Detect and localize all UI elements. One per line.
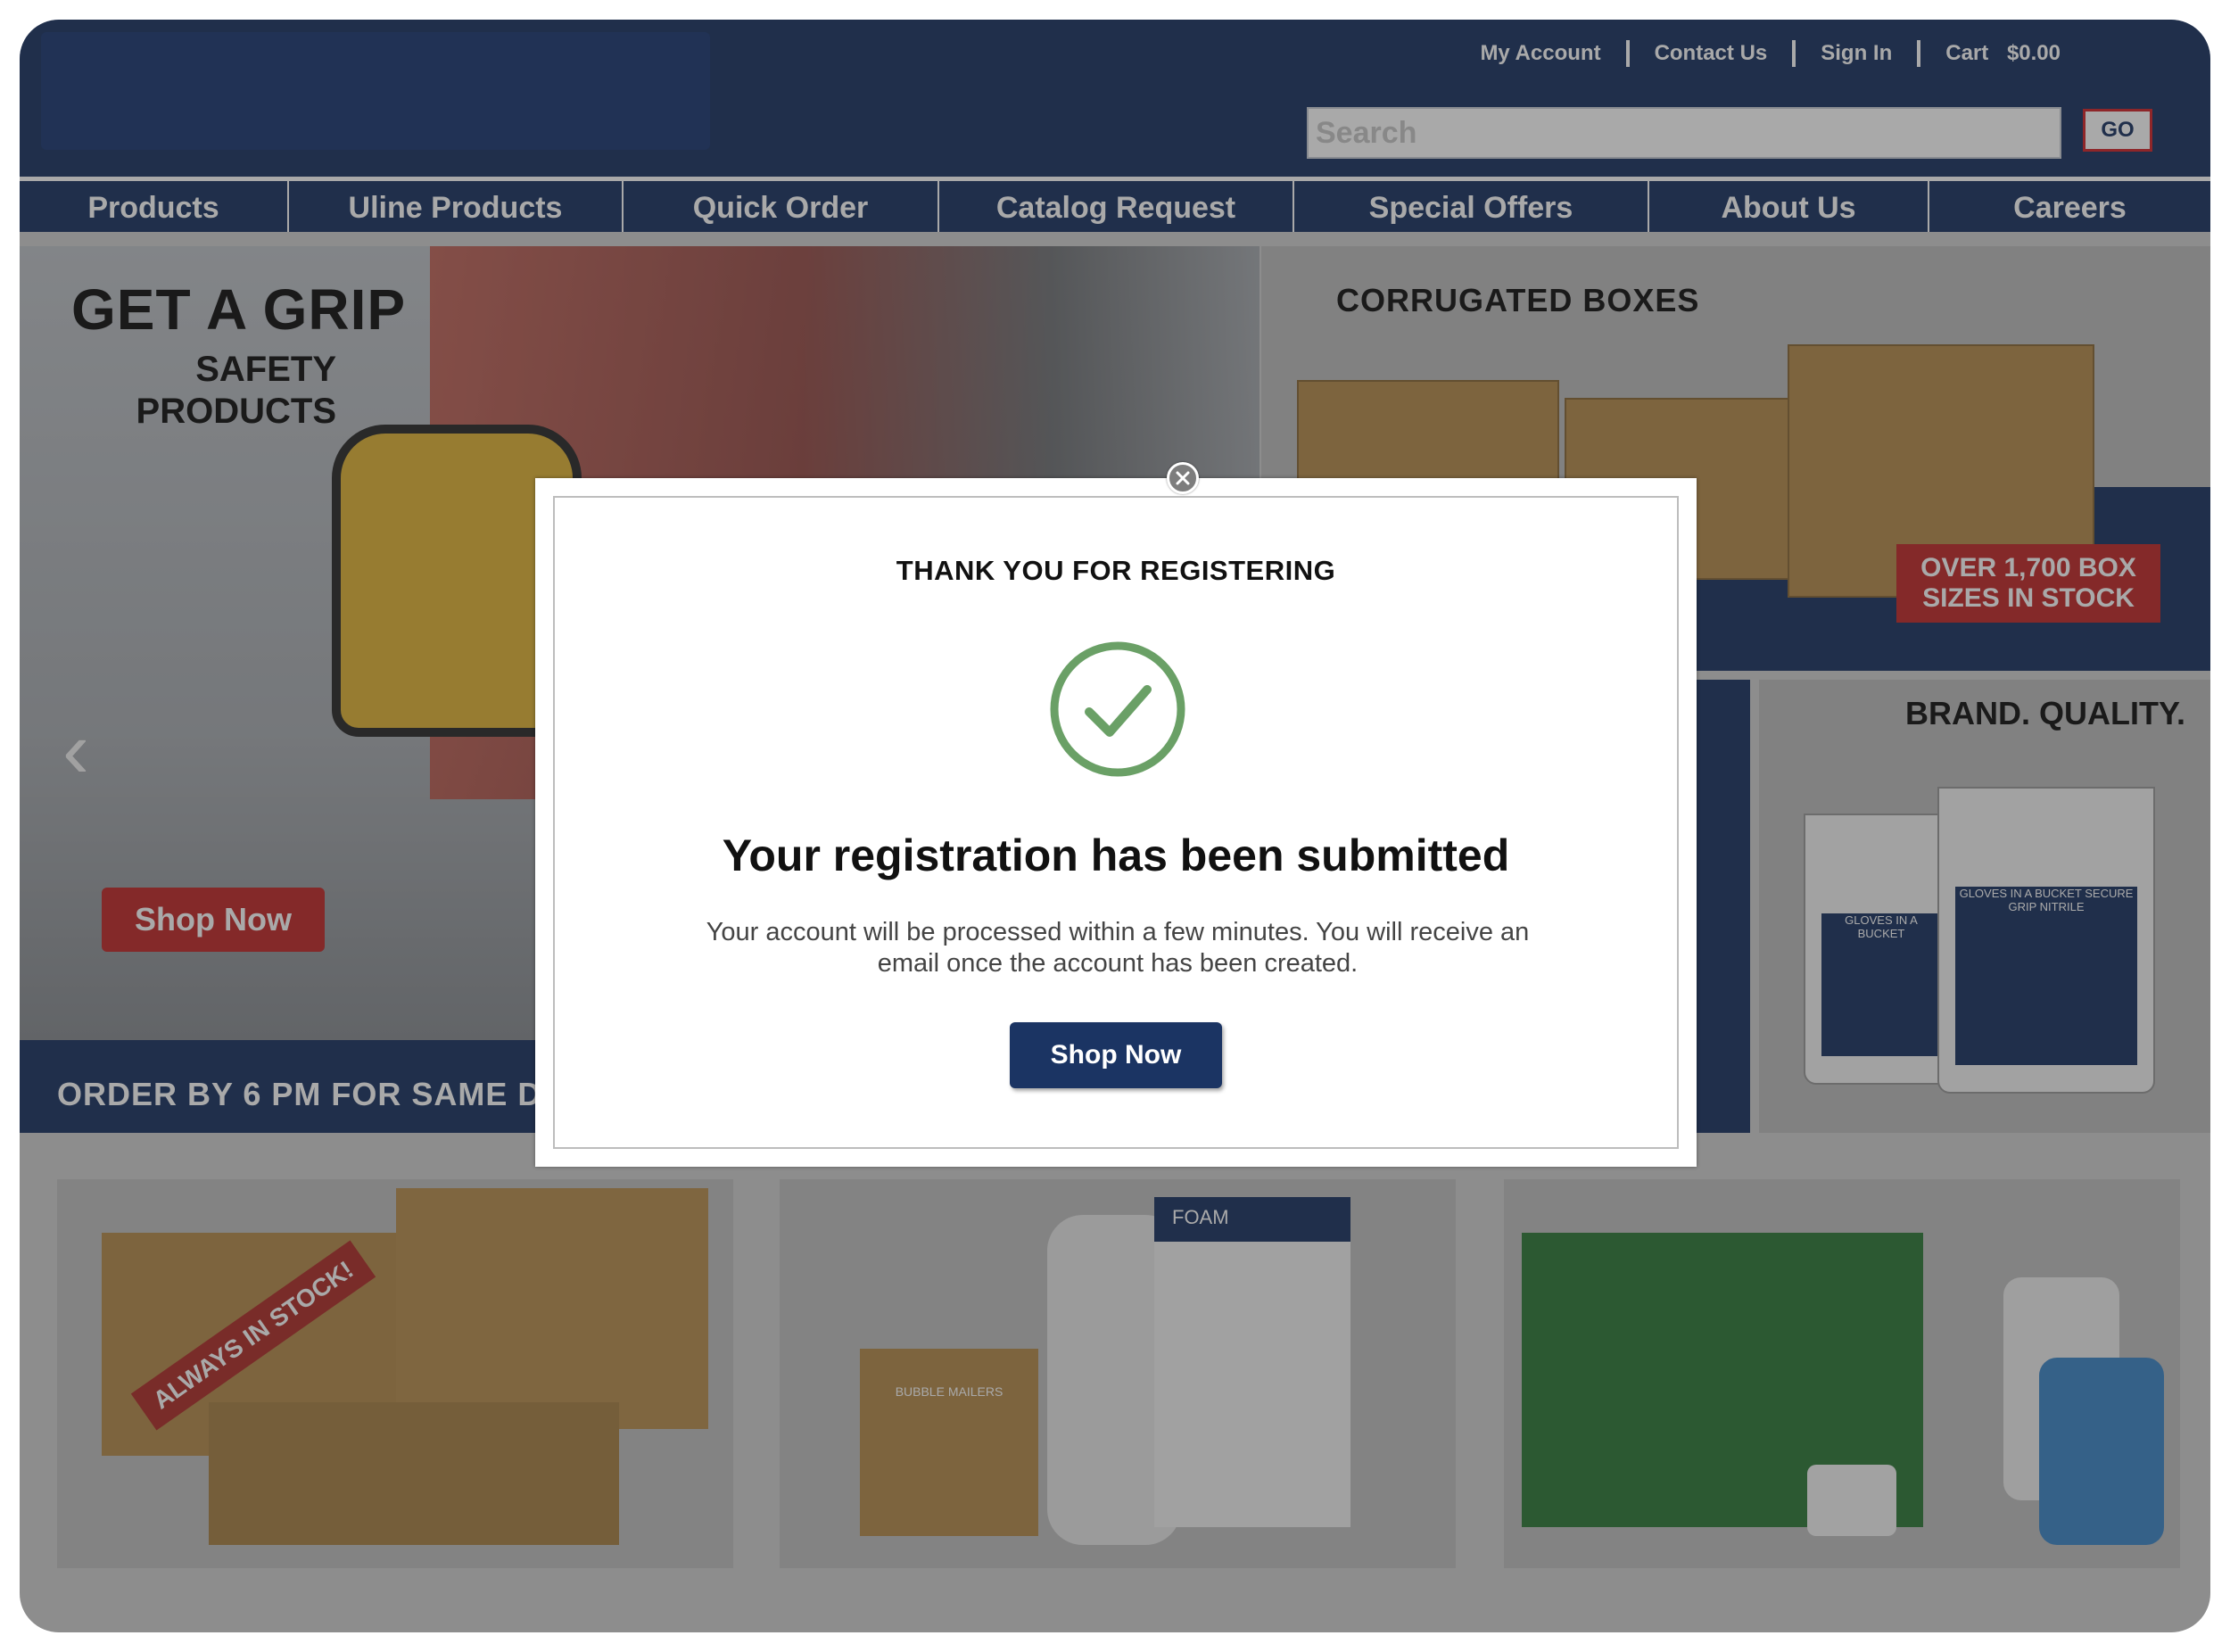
modal-body: THANK YOU FOR REGISTERING Your registrat… <box>553 496 1679 1149</box>
modal-heading: THANK YOU FOR REGISTERING <box>896 555 1336 586</box>
check-circle-icon <box>1050 641 1185 777</box>
registration-modal: THANK YOU FOR REGISTERING Your registrat… <box>535 478 1697 1167</box>
browser-page: My Account Contact Us Sign In Cart $0.00… <box>20 20 2210 1632</box>
shop-now-button[interactable]: Shop Now <box>1010 1022 1222 1088</box>
close-icon[interactable] <box>1167 462 1199 494</box>
modal-message: Your account will be processed within a … <box>706 918 1530 978</box>
modal-title: Your registration has been submitted <box>722 830 1510 880</box>
close-glyph <box>1176 471 1190 485</box>
